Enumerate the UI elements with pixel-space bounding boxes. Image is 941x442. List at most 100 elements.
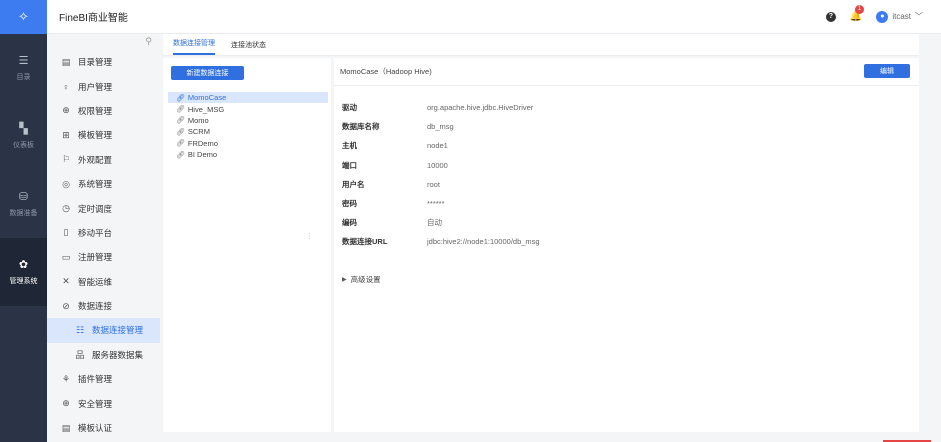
connection-list: 🔗︎ MomoCase 🔗︎ Hive_MSG 🔗︎ Momo 🔗︎ SCRM 🔗︎ FR… — [168, 92, 328, 160]
link-icon: 🔗︎ — [176, 140, 185, 148]
register-icon: ▭ — [61, 251, 71, 262]
list-item[interactable]: 🔗︎ Momo — [168, 115, 328, 126]
sidebar-item-permissions[interactable]: ⊕ 权限管理 — [47, 99, 160, 123]
sidebar-item-registration[interactable]: ▭ 注册管理 — [47, 245, 160, 269]
advanced-settings-toggle[interactable]: ▶ 高级设置 — [342, 274, 381, 285]
sidebar-item-catalog[interactable]: ▤ 目录管理 — [47, 50, 160, 74]
chevron-down-icon: ﹀ — [915, 12, 923, 21]
shield-icon: ⊕ — [62, 398, 70, 409]
property-key: 数据连接URL — [342, 237, 388, 247]
mobile-icon: ▯ — [63, 227, 69, 238]
sidebar-item-template-cert[interactable]: ▤ 模板认证 — [47, 416, 160, 440]
connection-name: Hive_MSG — [187, 104, 225, 114]
list-item[interactable]: 🔗︎ MomoCase — [168, 92, 328, 104]
top-header: FineBI商业智能 ? 🔔 1 ● itcast ﹀ — [47, 0, 941, 34]
list-item[interactable]: 🔗︎ BI Demo — [168, 149, 328, 160]
rail-item-admin[interactable]: ✿ 管理系统 — [0, 238, 47, 306]
sidebar-item-data-connection[interactable]: ⊘ 数据连接 — [47, 294, 160, 318]
connection-name: FRDemo — [187, 138, 218, 148]
sidebar-item-label: 模板认证 — [78, 423, 113, 434]
property-row: 密码 ****** — [342, 194, 902, 213]
property-row: 数据连接URL jdbc:hive2://node1:10000/db_msg — [342, 232, 902, 251]
connection-detail-panel: MomoCase（Hadoop Hive) 编辑 驱动 org.apache.hi… — [334, 58, 919, 432]
sidebar-item-label: 外观配置 — [78, 154, 113, 165]
gear-icon: ✿ — [18, 258, 29, 271]
sidebar-item-label: 数据连接 — [78, 301, 113, 312]
sidebar-item-appearance[interactable]: ⚐ 外观配置 — [47, 148, 160, 172]
sidebar-item-ops[interactable]: ✕ 智能运维 — [47, 270, 160, 294]
property-value: 10000 — [427, 160, 448, 170]
admin-sidebar: ⚲ ▤ 目录管理 ♀ 用户管理 ⊕ 权限管理 ⊞ 模板管理 ⚐ 外观配置 ◎ 系统管理 ◷ 定… — [47, 34, 160, 442]
app-title: FineBI商业智能 — [59, 13, 128, 24]
property-row: 编码 自动 — [342, 213, 902, 232]
property-key: 编码 — [342, 218, 357, 228]
rail-item-data-prep[interactable]: ⛁ 数据准备 — [0, 170, 47, 238]
rail-item-label: 目录 — [16, 73, 31, 81]
rail-item-label: 仪表板 — [13, 141, 34, 149]
property-row: 驱动 org.apache.hive.jdbc.HiveDriver — [342, 98, 902, 117]
link-icon: 🔗︎ — [176, 94, 185, 102]
sidebar-item-system[interactable]: ◎ 系统管理 — [47, 172, 160, 196]
rail-item-catalog[interactable]: ☰ 目录 — [0, 34, 47, 102]
new-connection-button[interactable]: 新建数据连接 — [171, 66, 244, 80]
folder-icon: ▤ — [61, 56, 71, 67]
sidebar-item-label: 定时调度 — [78, 203, 113, 214]
main-content: 数据连接管理 连接池状态 新建数据连接 🔗︎ MomoCase 🔗︎ Hive_MS… — [160, 34, 941, 442]
property-value: node1 — [427, 141, 448, 151]
edit-button[interactable]: 编辑 — [864, 64, 910, 78]
list-item[interactable]: 🔗︎ Hive_MSG — [168, 103, 328, 114]
tab-connection-management[interactable]: 数据连接管理 — [173, 38, 215, 55]
user-icon: ♀ — [62, 81, 70, 92]
sidebar-item-schedule[interactable]: ◷ 定时调度 — [47, 196, 160, 220]
advanced-settings-label: 高级设置 — [350, 275, 381, 284]
list-item[interactable]: 🔗︎ FRDemo — [168, 138, 328, 149]
list-icon: ☰ — [18, 54, 29, 67]
sidebar-item-label: 权限管理 — [78, 105, 113, 116]
sidebar-item-server-dataset[interactable]: 品服务器数据集 — [47, 343, 160, 367]
sidebar-item-label: 目录管理 — [78, 57, 113, 68]
sidebar-item-label: 智能运维 — [78, 276, 113, 287]
sidebar-item-connection-management[interactable]: ☷ 数据连接管理 — [47, 318, 160, 343]
connection-name: BI Demo — [187, 150, 218, 160]
user-menu[interactable]: ● itcast ﹀ — [876, 10, 923, 23]
palette-icon: ⚐ — [61, 154, 71, 165]
property-value: 自动 — [427, 218, 442, 228]
sidebar-item-templates[interactable]: ⊞ 模板管理 — [47, 123, 160, 147]
property-row: 数据库名称 db_msg — [342, 117, 902, 136]
help-icon[interactable]: ? — [825, 11, 836, 22]
property-key: 用户名 — [342, 179, 365, 189]
link-icon: 🔗︎ — [176, 151, 185, 159]
sidebar-item-plugins[interactable]: ⚘ 插件管理 — [47, 367, 160, 391]
connection-icon: ☷ — [75, 324, 85, 335]
notification-bell-icon[interactable]: 🔔 1 — [850, 5, 865, 22]
ops-icon: ✕ — [62, 276, 70, 287]
caret-right-icon: ▶ — [342, 277, 347, 283]
pin-icon[interactable]: ⚲ — [145, 36, 152, 47]
rail-item-label: 数据准备 — [9, 209, 38, 217]
sidebar-item-label: 模板管理 — [78, 130, 113, 141]
rail-item-dashboard[interactable]: ▚ 仪表板 — [0, 102, 47, 170]
clock-icon: ◷ — [62, 203, 70, 214]
property-row: 主机 node1 — [342, 136, 902, 155]
sidebar-item-mobile[interactable]: ▯ 移动平台 — [47, 221, 160, 245]
sidebar-item-security[interactable]: ⊕ 安全管理 — [47, 391, 160, 415]
link-icon: ⊘ — [62, 300, 70, 311]
connection-list-panel: 新建数据连接 🔗︎ MomoCase 🔗︎ Hive_MSG 🔗︎ Momo 🔗︎ SC… — [163, 58, 331, 432]
property-value: db_msg — [427, 122, 454, 132]
property-key: 数据库名称 — [342, 122, 380, 132]
tab-bar: 数据连接管理 连接池状态 — [163, 34, 919, 56]
list-item[interactable]: 🔗︎ SCRM — [168, 126, 328, 137]
app-logo-icon[interactable]: ✧ — [0, 0, 47, 34]
avatar: ● — [876, 10, 889, 23]
property-row: 端口 10000 — [342, 156, 902, 175]
certificate-icon: ▤ — [61, 422, 71, 433]
property-key: 驱动 — [342, 103, 357, 113]
sidebar-item-label: 插件管理 — [78, 374, 113, 385]
connection-detail-title: MomoCase（Hadoop Hive) — [334, 58, 919, 86]
user-name: itcast — [892, 12, 911, 21]
template-icon: ⊞ — [62, 129, 70, 140]
panel-resize-handle[interactable]: ⋮ — [306, 232, 313, 240]
tab-pool-status[interactable]: 连接池状态 — [231, 40, 266, 55]
sidebar-item-users[interactable]: ♀ 用户管理 — [47, 74, 160, 98]
sidebar-item-label: 用户管理 — [78, 81, 113, 92]
